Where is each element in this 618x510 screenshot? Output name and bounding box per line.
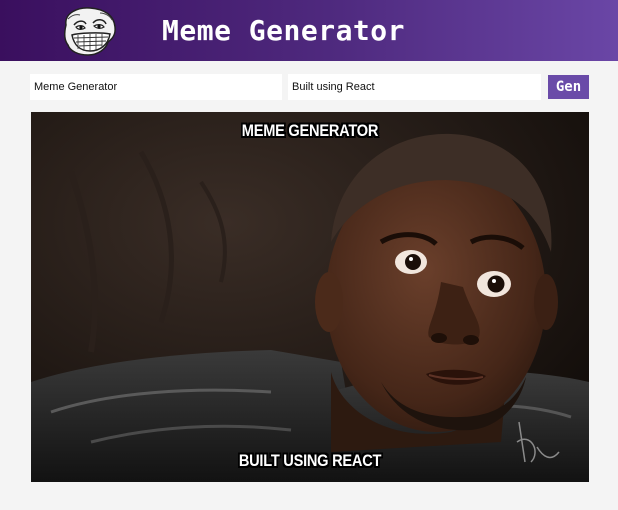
app-header: Meme Generator bbox=[0, 0, 618, 61]
meme-form: Gen bbox=[0, 74, 618, 102]
troll-face-icon bbox=[60, 5, 118, 57]
bottom-text-input[interactable] bbox=[288, 74, 541, 100]
meme-image: MEME GENERATOR BUILT USING REACT bbox=[31, 112, 589, 482]
meme-photo bbox=[31, 112, 589, 482]
meme-top-caption: MEME GENERATOR bbox=[241, 121, 379, 140]
meme-bottom-caption: BUILT USING REACT bbox=[238, 451, 382, 470]
app-title: Meme Generator bbox=[162, 14, 406, 47]
gen-button[interactable]: Gen bbox=[548, 75, 589, 99]
top-text-input[interactable] bbox=[30, 74, 282, 100]
